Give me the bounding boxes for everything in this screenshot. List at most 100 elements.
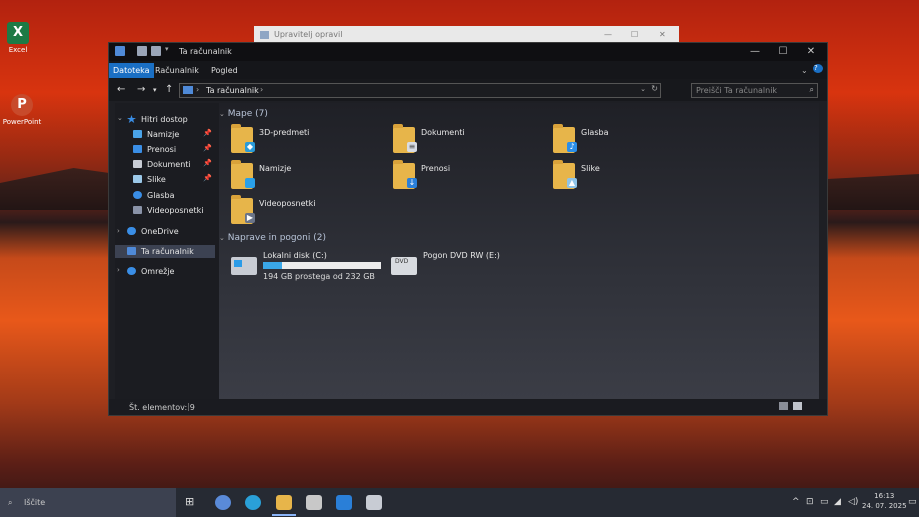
navigation-pane: ⌄ Hitri dostop Namizje 📌 Prenosi 📌 Dokum… — [115, 103, 219, 399]
back-arrow-icon[interactable]: ← — [117, 84, 125, 95]
sidebar-item-label: Videoposnetki — [147, 206, 204, 215]
window-title: Upravitelj opravil — [274, 30, 343, 39]
device-icon[interactable]: ⊡ — [806, 497, 814, 507]
taskbar-search[interactable]: ⌕ Iščite — [0, 488, 176, 517]
tab-racunalnik[interactable]: Računalnik — [151, 65, 203, 76]
search-placeholder: Iščite — [24, 498, 46, 507]
large-icons-view-icon[interactable] — [793, 402, 802, 410]
maximize-icon[interactable]: ☐ — [631, 30, 638, 39]
pin-icon[interactable]: 📌 — [203, 174, 212, 182]
close-icon[interactable]: ✕ — [801, 46, 821, 57]
search-input[interactable]: Preišči Ta računalnik ⌕ — [691, 83, 818, 98]
sidebar-item-label: Slike — [147, 175, 166, 184]
folders-section-header[interactable]: ⌄ Mape (7) — [219, 109, 268, 119]
outlook-icon[interactable] — [336, 495, 352, 510]
up-arrow-icon[interactable]: ↑ — [165, 84, 173, 95]
sidebar-item-quick-access[interactable]: Hitri dostop — [127, 113, 188, 126]
folder-videoposnetki[interactable]: ▶ Videoposnetki — [231, 195, 381, 230]
recent-chevron-icon[interactable]: ▾ — [153, 86, 157, 94]
ribbon: Datoteka Računalnik Pogled ⌄ ? — [109, 61, 827, 79]
chevron-down-icon[interactable]: ⌄ — [640, 85, 646, 93]
help-icon[interactable]: ? — [813, 64, 823, 73]
folder-prenosi[interactable]: ↓ Prenosi — [393, 160, 543, 195]
details-view-icon[interactable] — [779, 402, 788, 410]
sidebar-item-network[interactable]: Omrežje — [127, 265, 174, 278]
sidebar-item-label: Dokumenti — [147, 160, 191, 169]
chevron-up-icon[interactable]: ^ — [792, 497, 800, 507]
drive-label: Pogon DVD RW (E:) — [423, 251, 500, 260]
tab-pogled[interactable]: Pogled — [207, 65, 242, 76]
folder-dokumenti[interactable]: ≡ Dokumenti — [393, 124, 543, 159]
folder-label: Namizje — [259, 164, 292, 173]
store-icon[interactable] — [306, 495, 322, 510]
pictures-icon — [133, 175, 142, 183]
sidebar-item-videoposnetki[interactable]: Videoposnetki — [133, 204, 204, 217]
expand-chevron-icon[interactable]: › — [117, 227, 120, 235]
pin-icon[interactable]: 📌 — [203, 129, 212, 137]
address-bar[interactable]: › Ta računalnik › ⌄ ↻ — [179, 83, 661, 98]
edge-icon[interactable] — [245, 495, 261, 510]
disk-usage-bar — [263, 262, 381, 269]
minimize-icon[interactable]: — — [604, 30, 612, 39]
folder-3d-predmeti[interactable]: ◆ 3D-predmeti — [231, 124, 381, 159]
sidebar-item-namizje[interactable]: Namizje — [133, 128, 179, 141]
expand-chevron-icon[interactable]: › — [117, 266, 120, 274]
folder-label: Slike — [581, 164, 600, 173]
copilot-icon[interactable] — [215, 495, 231, 510]
taskbar: ⌕ Iščite ⊞ ^ ⊡ ▭ ◢ ◁) 16:13 24. 07. 2025… — [0, 488, 919, 517]
status-divider: | — [187, 402, 190, 411]
maximize-icon[interactable]: ☐ — [773, 46, 793, 57]
file-explorer-icon[interactable] — [276, 495, 292, 510]
drive-dvd-e[interactable]: DVD Pogon DVD RW (E:) — [391, 251, 561, 283]
sidebar-item-dokumenti[interactable]: Dokumenti — [133, 158, 191, 171]
properties-icon[interactable] — [137, 46, 147, 56]
documents-icon: ≡ — [407, 142, 417, 152]
sidebar-item-onedrive[interactable]: OneDrive — [127, 225, 179, 238]
this-pc-icon — [115, 46, 125, 56]
folder-namizje[interactable]: Namizje — [231, 160, 381, 195]
sidebar-item-prenosi[interactable]: Prenosi — [133, 143, 176, 156]
pin-icon[interactable]: 📌 — [203, 159, 212, 167]
section-title: Naprave in pogoni (2) — [227, 233, 326, 243]
folder-glasba[interactable]: ♪ Glasba — [553, 124, 703, 159]
task-view-icon[interactable]: ⊞ — [185, 495, 201, 510]
refresh-icon[interactable]: ↻ — [651, 84, 658, 93]
folder-icon: ◆ — [231, 124, 255, 153]
breadcrumb[interactable]: Ta računalnik — [206, 86, 259, 95]
drive-local-disk-c[interactable]: Lokalni disk (C:) 194 GB prostega od 232… — [231, 251, 401, 283]
drives-section-header[interactable]: ⌄ Naprave in pogoni (2) — [219, 233, 326, 243]
sidebar-item-slike[interactable]: Slike — [133, 173, 166, 186]
notifications-icon[interactable]: ▭ — [908, 497, 917, 507]
music-icon: ♪ — [567, 142, 577, 152]
tab-datoteka[interactable]: Datoteka — [109, 63, 154, 78]
new-folder-icon[interactable] — [151, 46, 161, 56]
desktop-icon — [133, 130, 142, 138]
chevron-down-icon: ⌄ — [219, 110, 225, 118]
desktop-shortcut-label: Excel — [8, 46, 28, 54]
sidebar-item-glasba[interactable]: Glasba — [133, 189, 174, 202]
folder-icon: ♪ — [553, 124, 577, 153]
pin-icon[interactable]: 📌 — [203, 144, 212, 152]
clock[interactable]: 16:13 24. 07. 2025 — [862, 491, 907, 511]
expand-chevron-icon[interactable]: ⌄ — [117, 114, 123, 122]
minimize-icon[interactable]: — — [745, 46, 765, 57]
folder-label: 3D-predmeti — [259, 128, 310, 137]
volume-icon[interactable]: ◁) — [848, 497, 858, 507]
desktop-shortcut-excel[interactable]: X Excel — [0, 22, 40, 54]
sidebar-item-this-pc[interactable]: Ta računalnik — [115, 245, 215, 258]
windows-logo-icon — [234, 260, 242, 267]
wifi-icon[interactable]: ◢ — [834, 497, 841, 507]
drive-label: Lokalni disk (C:) — [263, 251, 327, 260]
chat-icon[interactable] — [366, 495, 382, 510]
sidebar-item-label: OneDrive — [141, 227, 179, 236]
desktop-shortcut-powerpoint[interactable]: P PowerPoint — [0, 94, 44, 126]
chevron-down-icon[interactable]: ⌄ — [797, 65, 812, 76]
battery-icon[interactable]: ▭ — [820, 497, 829, 507]
folder-slike[interactable]: ▲ Slike — [553, 160, 703, 195]
forward-arrow-icon[interactable]: → — [137, 84, 145, 95]
folder-label: Prenosi — [421, 164, 451, 173]
documents-icon — [133, 160, 142, 168]
chevron-down-icon[interactable]: ▾ — [165, 45, 171, 55]
search-icon: ⌕ — [8, 498, 13, 507]
close-icon[interactable]: ✕ — [659, 30, 666, 39]
